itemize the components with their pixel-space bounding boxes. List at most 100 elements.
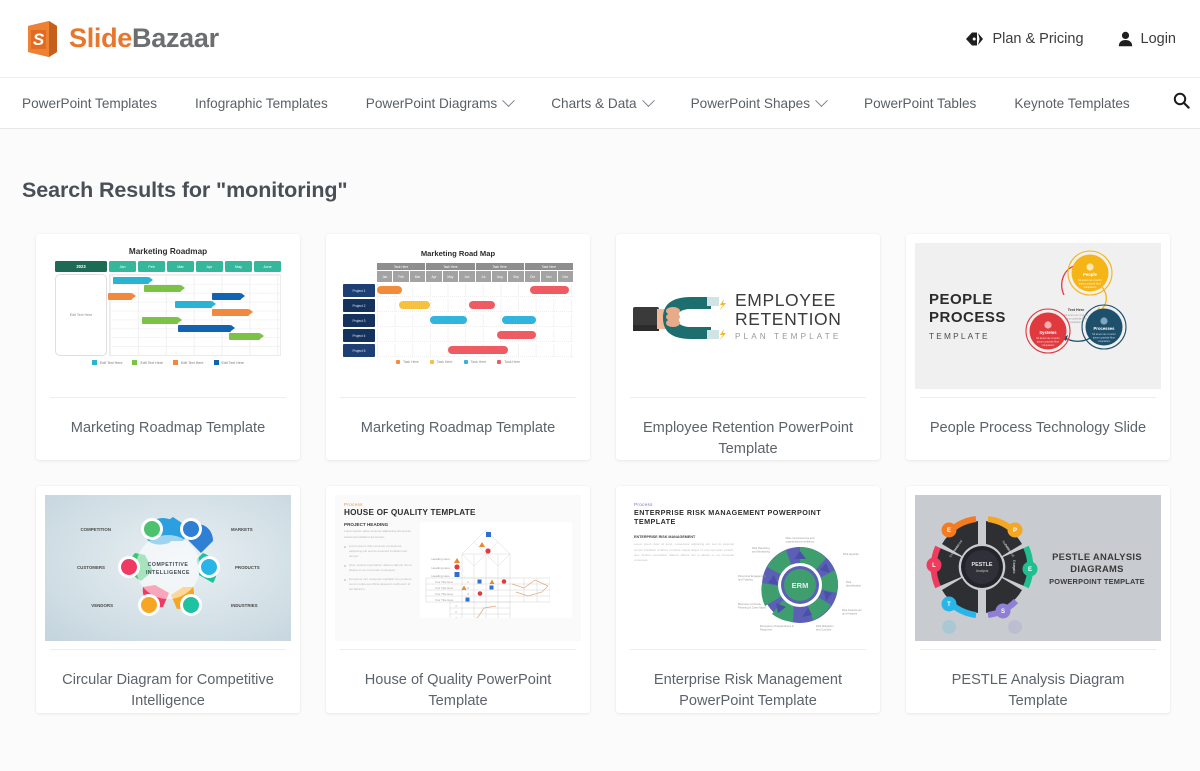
svg-text:P: P — [1013, 529, 1017, 535]
svg-text:Risk Appetite: Risk Appetite — [843, 552, 859, 556]
svg-text:Heading Here: Heading Here — [431, 574, 450, 578]
svg-text:Sit amet nec ut enim: Sit amet nec ut enim — [1092, 332, 1116, 336]
result-card[interactable]: Marketing Road Map Task Here Task Here Tas… — [326, 234, 590, 461]
nav-item-charts-and-data[interactable]: Charts & Data — [532, 78, 671, 128]
svg-text:voluptatem: voluptatem — [1084, 285, 1097, 289]
thumb-bullet: Quis nostrud exercitation ullamco labori… — [344, 563, 414, 573]
logo-word-bazaar: Bazaar — [132, 23, 219, 53]
legend-item: Edit Text Here — [213, 360, 244, 365]
thumb-body-text: Lorem ipsum dolor sit amet, consectetur … — [634, 542, 734, 563]
result-card[interactable]: PEOPLE PROCESS TEMPLATE People Sit amet … — [906, 234, 1170, 461]
svg-text:3: 3 — [455, 616, 457, 618]
svg-text:ipsum gravida illum: ipsum gravida illum — [1065, 317, 1087, 321]
roadmap-task-pill — [447, 346, 509, 354]
legend-item: Task Here — [395, 360, 419, 364]
template-thumbnail: COMPETITIVE INTELLIGENCE COMPETITION MAR… — [45, 495, 291, 642]
nav-item-powerpoint-shapes[interactable]: PowerPoint Shapes — [672, 78, 845, 128]
svg-text:Risk consciousness and: Risk consciousness and — [786, 536, 815, 540]
svg-text:1: 1 — [455, 604, 457, 608]
thumb-line-2: DIAGRAMS — [1070, 563, 1124, 575]
search-results-grid: Marketing Roadmap 2023 Jan Feb Mar Apr M… — [0, 203, 1200, 713]
svg-text:voluptatem: voluptatem — [1070, 320, 1083, 324]
nav-item-keynote-templates[interactable]: Keynote Templates — [995, 78, 1148, 128]
chevron-down-icon — [641, 93, 655, 107]
legend-item: Task Here — [497, 360, 520, 364]
thumb-bullet: Lorem ipsum dolor sit amet consectetur a… — [344, 544, 414, 559]
site-logo[interactable]: S SlideBazaar — [24, 19, 219, 59]
gantt-bar — [142, 317, 182, 325]
circular-diagram-icon: COMPETITIVE INTELLIGENCE COMPETITION MAR… — [45, 495, 291, 642]
svg-text:Your Title Here: Your Title Here — [435, 592, 454, 596]
svg-text:E: E — [1028, 568, 1032, 574]
svg-text:Your Title Here: Your Title Here — [435, 580, 454, 584]
result-card[interactable]: COMPETITIVE INTELLIGENCE COMPETITION MAR… — [36, 486, 300, 713]
svg-text:Systems: Systems — [1039, 330, 1057, 335]
result-card[interactable]: Marketing Roadmap 2023 Jan Feb Mar Apr M… — [36, 234, 300, 461]
svg-text:Processes: Processes — [1093, 326, 1115, 331]
nav-label: PowerPoint Shapes — [690, 95, 811, 111]
svg-text:Text Here: Text Here — [1068, 308, 1085, 312]
template-thumbnail: Marketing Roadmap 2023 Jan Feb Mar Apr M… — [45, 243, 291, 389]
result-card[interactable]: PESTLE Analysis Environmental Political … — [906, 486, 1170, 713]
search-button[interactable] — [1149, 92, 1190, 114]
template-thumbnail: EMPLOYEE RETENTION PLAN TEMPLATE — [625, 243, 871, 389]
gantt-bar — [113, 277, 153, 285]
svg-text:Risk Reporting: Risk Reporting — [752, 546, 770, 550]
gantt-bar — [212, 309, 254, 317]
roadmap-task-pill — [429, 316, 468, 324]
gantt-month-cell: Mar — [167, 261, 194, 272]
svg-text:S: S — [33, 30, 45, 49]
result-card[interactable]: Process ENTERPRISE RISK MANAGEMENT POWER… — [616, 486, 880, 713]
svg-text:Risk: Risk — [846, 580, 852, 584]
template-thumbnail: PEOPLE PROCESS TEMPLATE People Sit amet … — [915, 243, 1161, 389]
svg-text:voluptatem: voluptatem — [1042, 343, 1055, 347]
chevron-down-icon — [815, 93, 828, 107]
legend-item: Edit Text Here — [173, 360, 204, 365]
login-link[interactable]: Login — [1118, 31, 1176, 47]
svg-text:voluptatem: voluptatem — [1098, 339, 1111, 343]
nav-item-powerpoint-templates[interactable]: PowerPoint Templates — [22, 78, 176, 128]
plan-and-pricing-link[interactable]: Plan & Pricing — [965, 31, 1084, 47]
gantt-bar — [144, 285, 186, 293]
svg-text:People: People — [1083, 272, 1097, 277]
gantt-legend: Edit Text Here Edit Text Here Edit Text … — [55, 360, 281, 365]
thumb-body-text: Lorem ipsum dolor sit amet adipiscing el… — [344, 529, 411, 539]
result-card-title: Marketing Roadmap Template — [360, 420, 556, 436]
nav-label: Infographic Templates — [195, 95, 328, 111]
template-thumbnail: Process HOUSE OF QUALITY TEMPLATE PROJEC… — [335, 495, 581, 642]
legend-item: Task Here — [463, 360, 486, 364]
house-of-quality-matrix-icon: Heading Here Heading Here Heading Here Y… — [420, 522, 572, 619]
svg-text:Emergency Preparedness &: Emergency Preparedness & — [760, 624, 794, 628]
main-navigation: PowerPoint Templates Infographic Templat… — [0, 77, 1200, 129]
result-card[interactable]: EMPLOYEE RETENTION PLAN TEMPLATE Employe… — [616, 234, 880, 461]
roadmap-rows: Project 1 Project 2 Project 3 Project 4 … — [343, 284, 573, 357]
gantt-bar — [229, 333, 264, 341]
nav-item-powerpoint-tables[interactable]: PowerPoint Tables — [845, 78, 995, 128]
logo-word-slide: Slide — [69, 23, 133, 53]
thumb-line-1: PESTLE ANALYSIS — [1052, 550, 1142, 562]
chevron-down-icon — [502, 93, 516, 107]
svg-text:ERM: ERM — [792, 581, 809, 590]
people-process-diagram-icon: People Sit amet nec ut enim ipsum gravid… — [1006, 243, 1157, 389]
svg-text:and Monitoring: and Monitoring — [752, 550, 770, 554]
thumb-heading: Marketing Road Map — [420, 249, 496, 258]
svg-text:CUSTOMERS: CUSTOMERS — [77, 565, 105, 570]
svg-text:1: 1 — [467, 580, 469, 584]
result-card[interactable]: Process HOUSE OF QUALITY TEMPLATE PROJEC… — [326, 486, 590, 713]
roadmap-month-row: Jan Feb Mar Apr May Jun Jul Aug Sep Oct Nov Dec — [377, 271, 574, 282]
nav-item-powerpoint-diagrams[interactable]: PowerPoint Diagrams — [347, 78, 532, 128]
svg-text:L: L — [932, 564, 936, 570]
search-icon — [1173, 92, 1190, 114]
svg-text:Legal: Legal — [1012, 563, 1016, 571]
thumb-kicker: Process — [634, 502, 653, 508]
svg-text:3: 3 — [467, 592, 469, 596]
thumb-line-2: RETENTION — [735, 309, 842, 329]
gantt-bar — [212, 293, 245, 301]
svg-text:Heading Here: Heading Here — [431, 557, 450, 561]
pestle-diagram-icon: PESTLE Analysis Environmental Political … — [923, 509, 1041, 635]
erm-wheel-icon: ERM Risk consciousness and organizationa… — [738, 535, 862, 631]
svg-text:Personnel Engagement: Personnel Engagement — [738, 574, 766, 578]
svg-text:Business Continuity: Business Continuity — [738, 602, 762, 606]
thumb-line-1: EMPLOYEE — [735, 290, 837, 311]
nav-item-infographic-templates[interactable]: Infographic Templates — [176, 78, 347, 128]
